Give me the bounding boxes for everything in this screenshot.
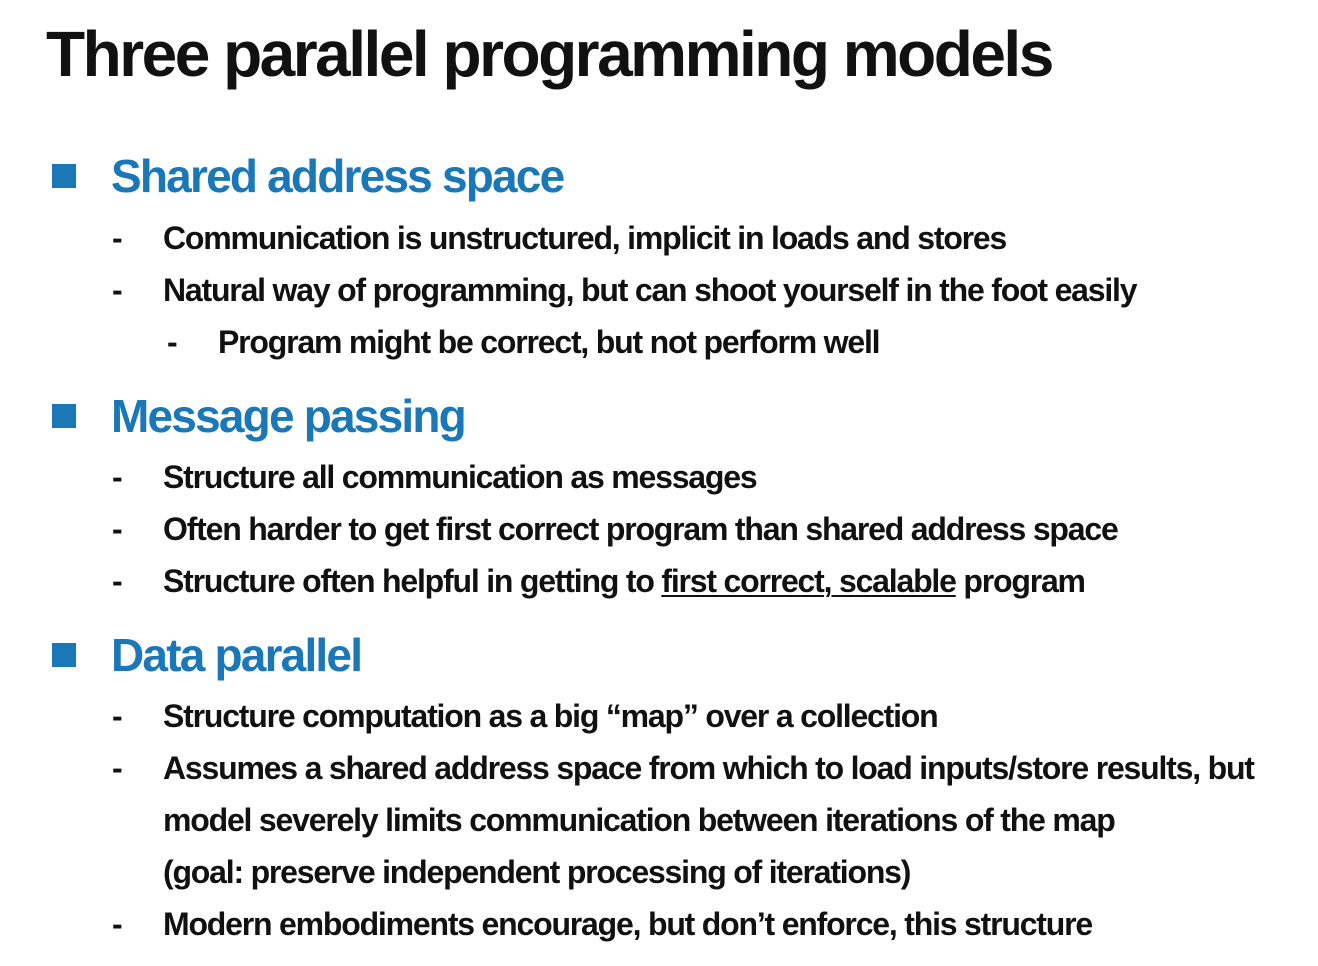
- list-item-text: Modern embodiments encourage, but don’t …: [163, 906, 1093, 942]
- dash-bullet: -: [112, 906, 123, 942]
- square-bullet-icon: [52, 643, 76, 667]
- section-heading: Shared address space: [111, 150, 565, 202]
- dash-bullet: -: [167, 324, 178, 360]
- section-heading-row: Message passing: [0, 388, 1318, 444]
- list-item-text: Structure all communication as messages: [163, 459, 758, 495]
- list-item-text: Natural way of programming, but can shoo…: [163, 272, 1138, 308]
- list-item-text: Often harder to get first correct progra…: [163, 511, 1119, 547]
- dash-bullet: -: [112, 750, 123, 786]
- dash-bullet: -: [112, 563, 123, 599]
- text-run: Structure often helpful in getting to: [163, 563, 662, 599]
- list-item-text: Structure often helpful in getting to fi…: [163, 555, 1086, 607]
- list-item-text: Communication is unstructured, implicit …: [163, 220, 1007, 256]
- dash-bullet: -: [112, 272, 123, 308]
- square-bullet-icon: [52, 404, 76, 428]
- dash-bullet: -: [112, 220, 123, 256]
- section-heading-row: Data parallel: [0, 627, 1318, 683]
- square-bullet-icon: [52, 164, 76, 188]
- dash-bullet: -: [112, 511, 123, 547]
- slide-title: Three parallel programming models: [46, 18, 1054, 90]
- section-heading: Data parallel: [111, 629, 363, 681]
- dash-bullet: -: [112, 698, 123, 734]
- list-item-text: Structure computation as a big “map” ove…: [163, 698, 939, 734]
- list-item-text: Assumes a shared address space from whic…: [163, 750, 1255, 786]
- section-heading-row: Shared address space: [0, 148, 1318, 204]
- dash-bullet: -: [112, 459, 123, 495]
- text-run: program: [955, 563, 1086, 599]
- list-item-text: (goal: preserve independent processing o…: [163, 854, 911, 890]
- sub-list-item-text: Program might be correct, but not perfor…: [218, 324, 881, 360]
- underlined-emphasis: first correct, scalable: [661, 563, 957, 599]
- list-item-text: model severely limits communication betw…: [163, 802, 1116, 838]
- section-heading: Message passing: [111, 390, 467, 442]
- slide: Three parallel programming models Shared…: [0, 0, 1318, 966]
